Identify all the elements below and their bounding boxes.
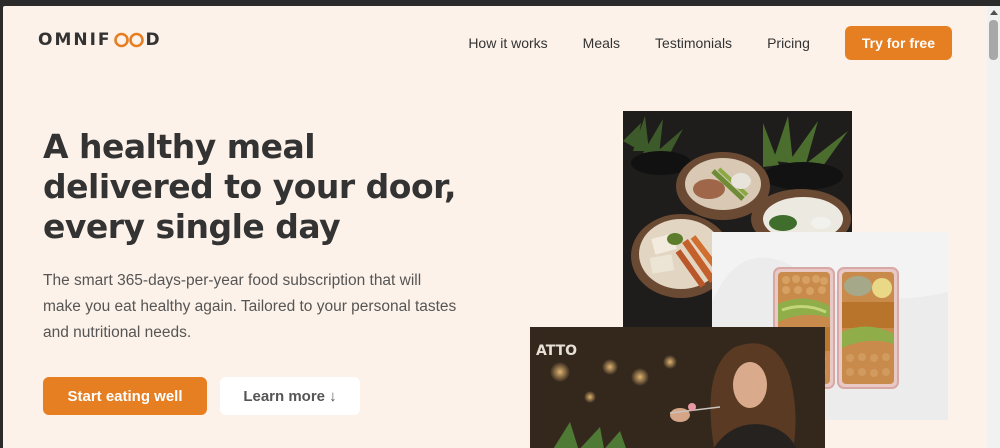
- infinity-logo-icon: [113, 32, 145, 48]
- hero-description: The smart 365-days-per-year food subscri…: [43, 272, 457, 341]
- logo[interactable]: OMNIF D: [38, 30, 162, 50]
- learn-more-button[interactable]: Learn more ↓: [220, 377, 360, 415]
- nav-link-pricing[interactable]: Pricing: [767, 35, 810, 51]
- page-viewport: OMNIF D How it works Meals Testimonials …: [3, 6, 987, 448]
- scrollbar-thumb[interactable]: [989, 20, 998, 60]
- try-for-free-button[interactable]: Try for free: [844, 26, 952, 60]
- hero-image-woman-eating: ATTO: [530, 327, 825, 448]
- hero-title-line-2: delivered to your door,: [43, 167, 457, 206]
- vertical-scrollbar[interactable]: [987, 6, 1000, 448]
- logo-text-left: OMNIF: [38, 30, 112, 50]
- hero-title-line-3: every single day: [43, 207, 341, 246]
- nav-link-meals[interactable]: Meals: [583, 35, 620, 51]
- start-eating-well-button[interactable]: Start eating well: [43, 377, 207, 415]
- hero-title-line-1: A healthy meal: [43, 127, 316, 166]
- logo-text-right: D: [145, 30, 162, 50]
- main-nav: How it works Meals Testimonials Pricing …: [433, 26, 952, 60]
- restaurant-sign-text: ATTO: [536, 343, 577, 359]
- hero-title: A healthy meal delivered to your door, e…: [43, 127, 503, 247]
- nav-link-testimonials[interactable]: Testimonials: [655, 35, 732, 51]
- nav-link-how-it-works[interactable]: How it works: [468, 35, 547, 51]
- scroll-up-arrow-icon[interactable]: [990, 10, 998, 15]
